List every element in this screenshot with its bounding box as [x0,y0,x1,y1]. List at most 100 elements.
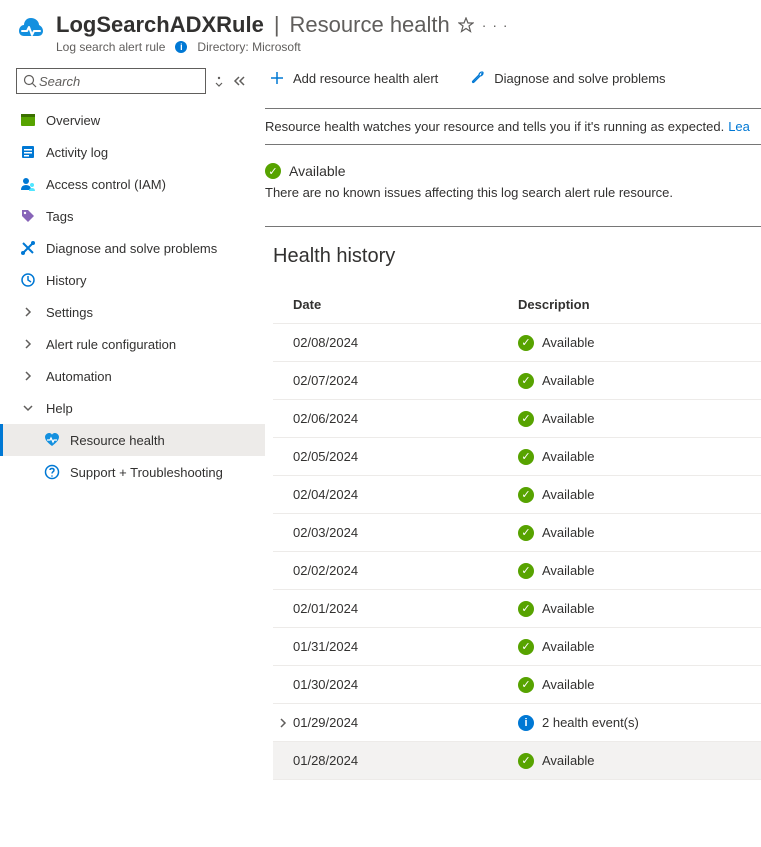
table-row[interactable]: 01/29/2024i2 health event(s) [273,704,761,742]
row-description: Available [542,335,595,350]
button-label: Diagnose and solve problems [494,71,665,86]
row-date: 01/30/2024 [293,677,358,692]
support-icon [44,464,60,480]
check-icon: ✓ [265,163,281,179]
check-icon: ✓ [518,487,534,503]
row-date: 02/07/2024 [293,373,358,388]
row-date: 02/03/2024 [293,525,358,540]
info-banner: Resource health watches your resource an… [265,108,761,145]
table-row[interactable]: 01/28/2024✓Available [273,742,761,780]
nav-label: Activity log [46,145,108,160]
toolbar: Add resource health alert Diagnose and s… [265,62,761,108]
banner-text: Resource health watches your resource an… [265,119,724,134]
nav-label: Diagnose and solve problems [46,241,217,256]
col-description: Description [518,297,590,312]
table-header: Date Description [273,286,761,324]
row-description: Available [542,639,595,654]
row-description: Available [542,563,595,578]
nav-alert-rule-config[interactable]: Alert rule configuration [0,328,265,360]
nav-automation[interactable]: Automation [0,360,265,392]
access-control-icon [20,176,36,192]
nav-diagnose[interactable]: Diagnose and solve problems [0,232,265,264]
table-row[interactable]: 02/01/2024✓Available [273,590,761,628]
table-row[interactable]: 01/30/2024✓Available [273,666,761,704]
history-icon [20,272,36,288]
button-label: Add resource health alert [293,71,438,86]
history-title: Health history [273,245,761,268]
nav-activity-log[interactable]: Activity log [0,136,265,168]
add-resource-health-alert-button[interactable]: Add resource health alert [265,66,444,90]
nav-label: Settings [46,305,93,320]
content: Add resource health alert Diagnose and s… [265,62,761,847]
table-row[interactable]: 02/06/2024✓Available [273,400,761,438]
row-date: 02/02/2024 [293,563,358,578]
row-date: 02/05/2024 [293,449,358,464]
favorite-star-icon[interactable] [458,17,474,33]
info-icon: i [175,41,187,53]
nav-tags[interactable]: Tags [0,200,265,232]
learn-more-link[interactable]: Lea [728,119,750,134]
chevron-down-icon [20,403,36,413]
row-date: 02/06/2024 [293,411,358,426]
nav-label: Alert rule configuration [46,337,176,352]
nav-settings[interactable]: Settings [0,296,265,328]
table-row[interactable]: 02/02/2024✓Available [273,552,761,590]
tags-icon [20,208,36,224]
nav-label: Overview [46,113,100,128]
nav-overview[interactable]: Overview [0,104,265,136]
row-description: Available [542,525,595,540]
col-date: Date [293,297,321,312]
row-description: Available [542,487,595,502]
title-separator: | [274,12,280,38]
row-date: 01/31/2024 [293,639,358,654]
search-icon [23,74,37,88]
row-date: 02/04/2024 [293,487,358,502]
table-row[interactable]: 02/04/2024 ✓ Available [273,476,761,514]
check-icon: ✓ [518,335,534,351]
resource-health-icon [44,432,60,448]
wrench-icon [470,70,486,86]
history-section: Health history Date Description 02/08/20… [265,227,761,780]
search-scope-dropdown[interactable] [214,75,224,87]
status-block: ✓ Available There are no known issues af… [265,145,761,200]
chevron-right-icon [20,307,36,317]
check-icon: ✓ [518,677,534,693]
chevron-right-icon[interactable] [273,718,293,728]
nav-support[interactable]: Support + Troubleshooting [0,456,265,488]
check-icon: ✓ [518,753,534,769]
chevron-right-icon [20,371,36,381]
table-row[interactable]: 02/07/2024✓Available [273,362,761,400]
search-box[interactable] [16,68,206,94]
row-description: Available [542,373,595,388]
history-table: Date Description 02/08/2024✓Available02/… [273,286,761,780]
status-label: Available [289,163,346,179]
diagnose-solve-button[interactable]: Diagnose and solve problems [464,66,671,90]
row-description: 2 health event(s) [542,715,639,730]
status-message: There are no known issues affecting this… [265,185,761,200]
table-row[interactable]: 02/05/2024✓Available [273,438,761,476]
resource-icon [16,14,46,44]
row-description: Available [542,449,595,464]
resource-name: LogSearchADXRule [56,12,264,38]
nav-access-control[interactable]: Access control (IAM) [0,168,265,200]
table-row[interactable]: 02/03/2024✓Available [273,514,761,552]
check-icon: ✓ [518,411,534,427]
nav-label: Automation [46,369,112,384]
collapse-sidebar-icon[interactable] [232,75,246,87]
row-date: 01/28/2024 [293,753,358,768]
row-date: 02/01/2024 [293,601,358,616]
nav-label: Resource health [70,433,165,448]
header: LogSearchADXRule | Resource health · · ·… [0,0,761,62]
sidebar: Overview Activity log Access control (IA… [0,62,265,847]
more-icon[interactable]: · · · [482,17,509,33]
table-row[interactable]: 02/08/2024✓Available [273,324,761,362]
nav-resource-health[interactable]: Resource health [0,424,265,456]
resource-type: Log search alert rule [56,40,165,54]
search-input[interactable] [37,73,219,90]
directory-label: Directory: Microsoft [197,40,300,54]
nav-help[interactable]: Help [0,392,265,424]
diagnose-icon [20,240,36,256]
overview-icon [20,112,36,128]
table-row[interactable]: 01/31/2024✓Available [273,628,761,666]
nav-history[interactable]: History [0,264,265,296]
